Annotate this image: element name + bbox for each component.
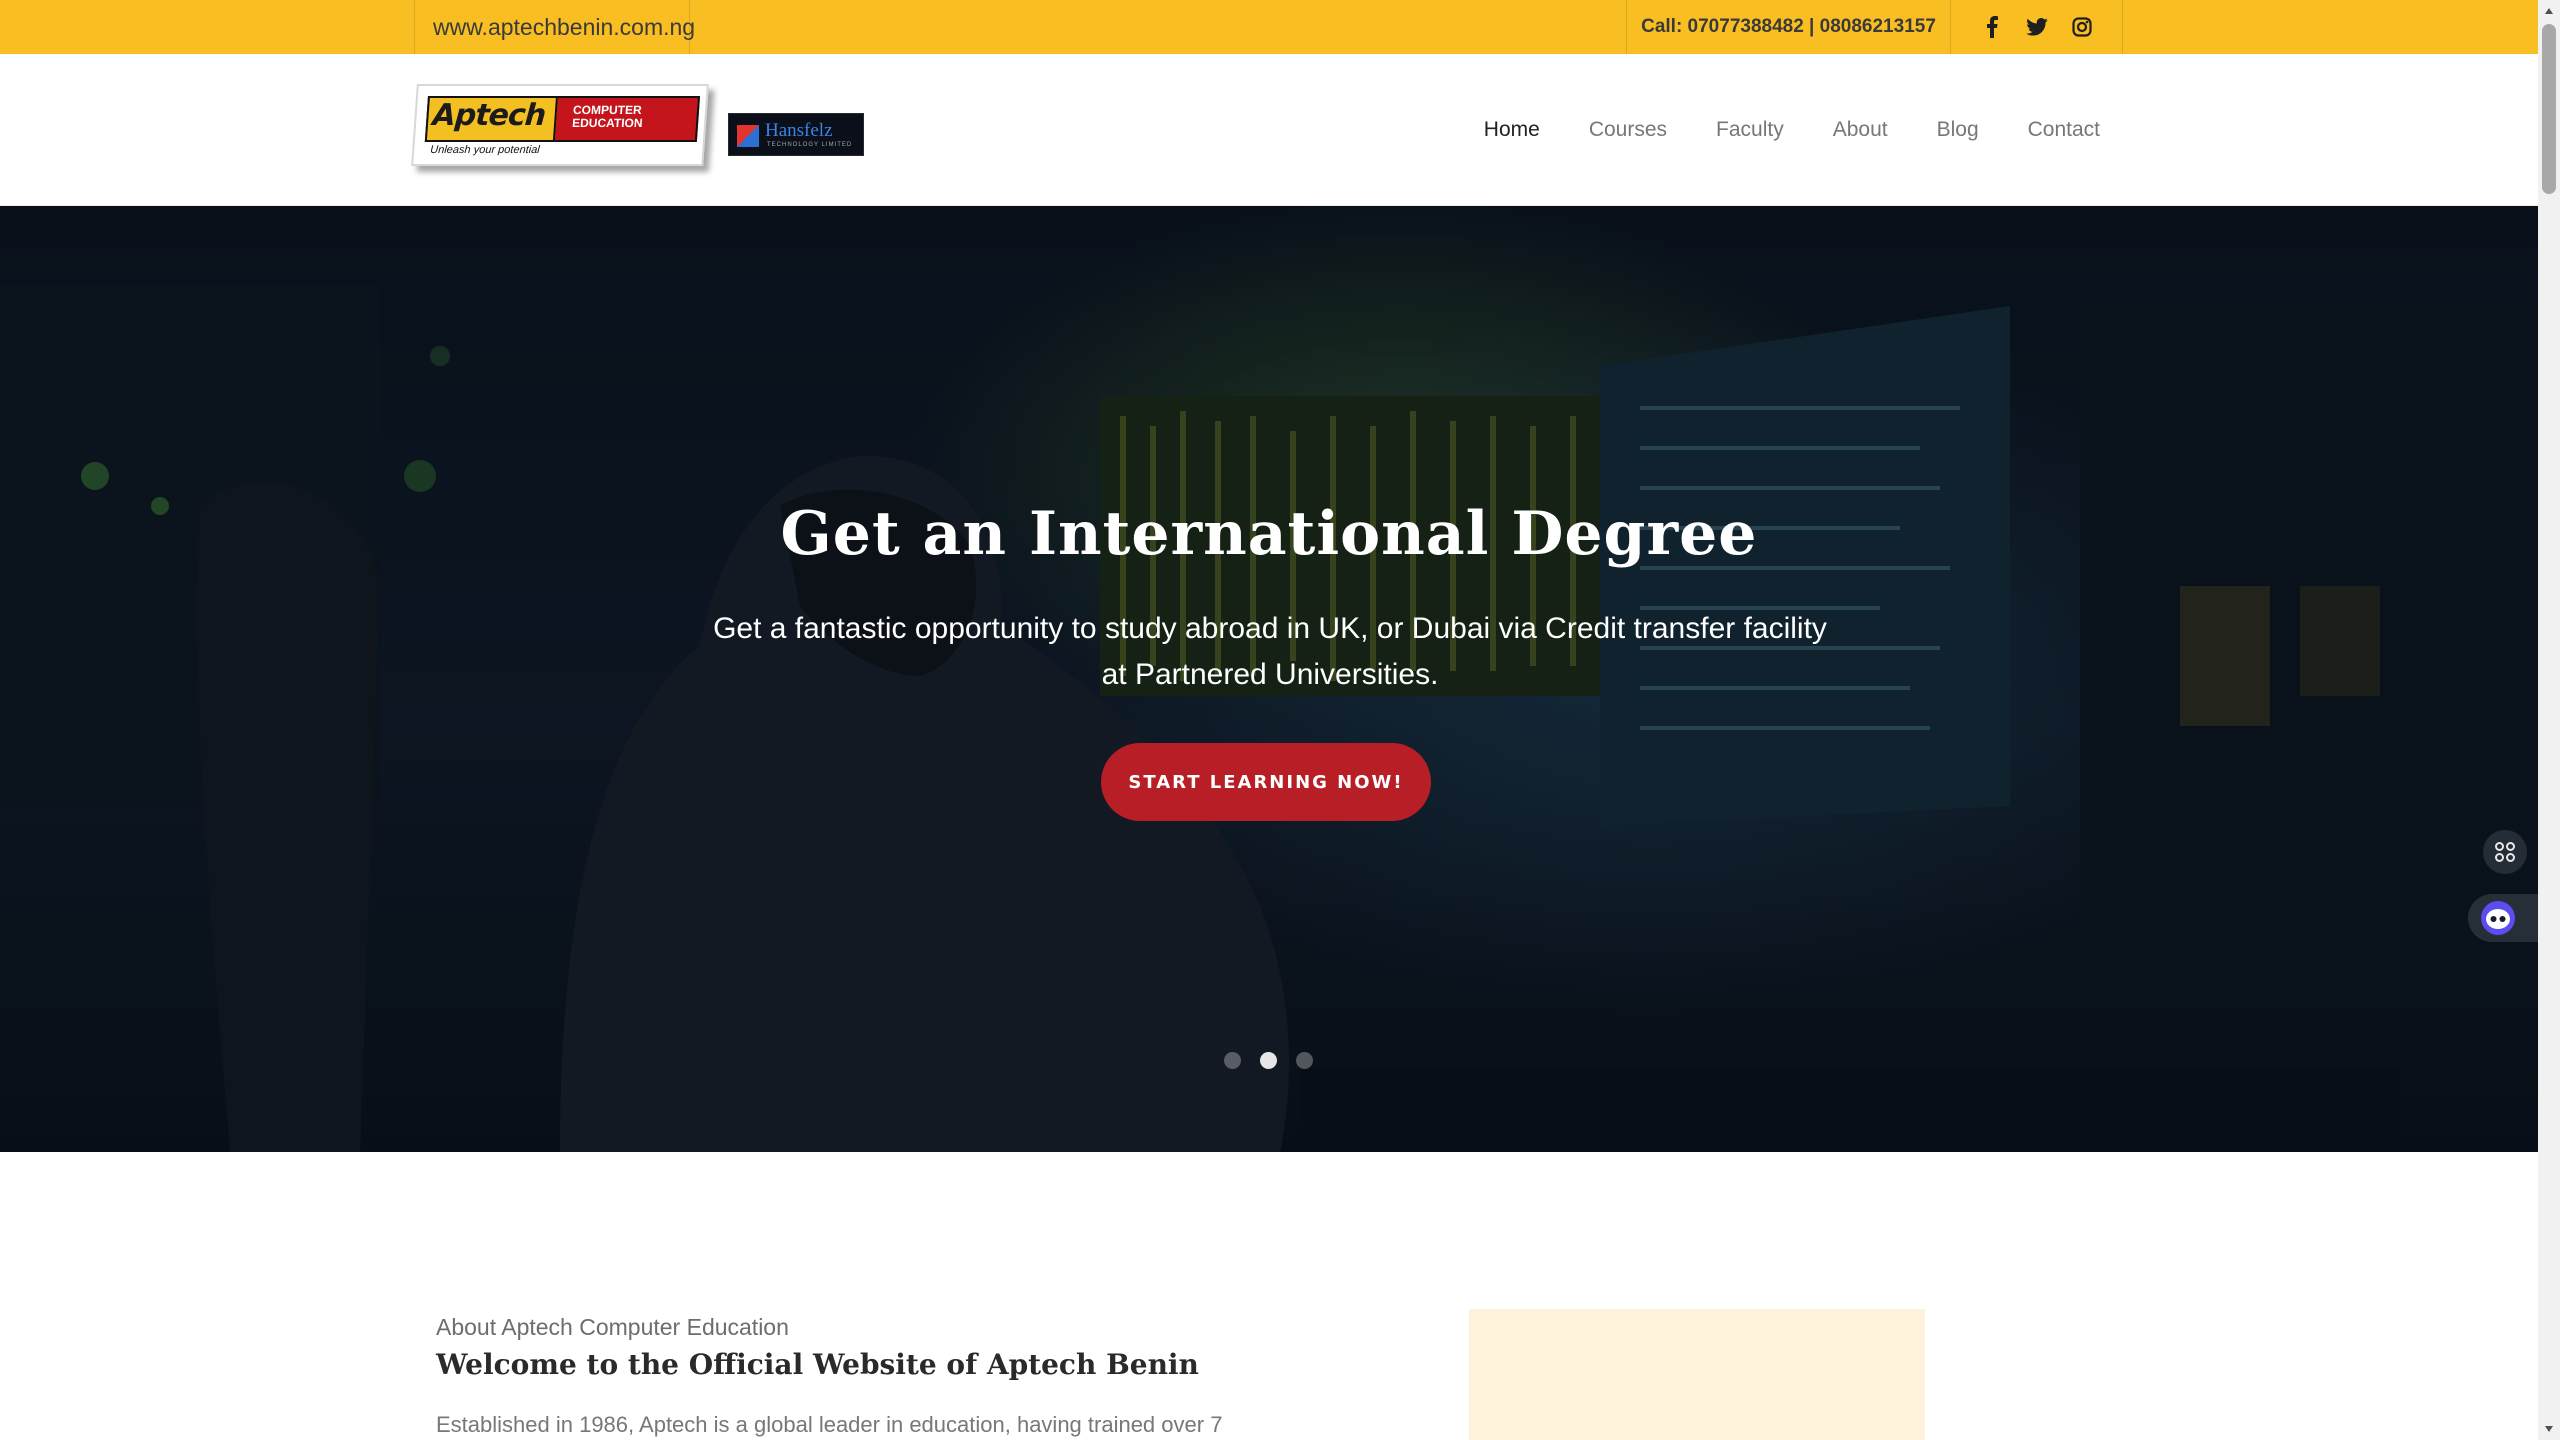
twitter-icon[interactable] (2021, 11, 2053, 43)
logo-wordmark: Aptech (431, 98, 547, 133)
hansfelz-wordmark: Hansfelz (765, 120, 833, 141)
nav-contact[interactable]: Contact (2028, 118, 2100, 142)
nav-about[interactable]: About (1833, 118, 1888, 142)
hero-title: Get an International Degree (780, 499, 1758, 569)
about-section: About Aptech Computer Education Welcome … (0, 1152, 2538, 1440)
scroll-down-arrow-icon[interactable] (2538, 1418, 2560, 1440)
nav-home[interactable]: Home (1484, 118, 1540, 142)
slider-dots (1224, 1052, 1313, 1069)
about-kicker: About Aptech Computer Education (436, 1314, 789, 1340)
assistant-icon[interactable] (2468, 894, 2538, 942)
hansfelz-sub: TECHNOLOGY LIMITED (767, 142, 853, 148)
nav-courses[interactable]: Courses (1589, 118, 1667, 142)
top-bar: www.aptechbenin.com.ng Call: 07077388482… (0, 0, 2538, 54)
about-image-placeholder (1469, 1309, 1925, 1440)
page-scrollbar[interactable] (2538, 0, 2560, 1440)
slide-dot-1[interactable] (1224, 1052, 1241, 1069)
hero-slider: Get an International Degree Get a fantas… (0, 206, 2538, 1152)
about-title: Welcome to the Official Website of Aptec… (436, 1348, 1199, 1381)
logo-subtitle-line2: EDUCATION (571, 116, 644, 130)
hero-subtitle: Get a fantastic opportunity to study abr… (713, 612, 1827, 691)
nav-blog[interactable]: Blog (1937, 118, 1979, 142)
scrollbar-thumb[interactable] (2542, 24, 2556, 194)
main-nav: Home Courses Faculty About Blog Contact (1435, 54, 2100, 206)
facebook-icon[interactable] (1976, 11, 2008, 43)
aptech-logo[interactable]: Aptech COMPUTER EDUCATION Unleash your p… (411, 84, 709, 166)
logo-subtitle: COMPUTER EDUCATION (571, 103, 644, 130)
instagram-icon[interactable] (2066, 11, 2098, 43)
logo-subtitle-line1: COMPUTER (572, 103, 643, 117)
site-header: Aptech COMPUTER EDUCATION Unleash your p… (0, 54, 2538, 206)
logo-tagline: Unleash your potential (429, 144, 541, 156)
apps-grid-icon[interactable] (2483, 830, 2527, 874)
hansfelz-mark-icon (737, 125, 759, 147)
slide-dot-3[interactable] (1296, 1052, 1313, 1069)
site-url[interactable]: www.aptechbenin.com.ng (414, 0, 695, 54)
social-links (1951, 0, 2123, 54)
scroll-up-arrow-icon[interactable] (2538, 0, 2560, 22)
hansfelz-logo[interactable]: Hansfelz TECHNOLOGY LIMITED (728, 113, 864, 156)
nav-faculty[interactable]: Faculty (1716, 118, 1784, 142)
call-numbers[interactable]: Call: 07077388482 | 08086213157 (1626, 0, 1951, 54)
slide-dot-2[interactable] (1260, 1052, 1277, 1069)
about-text: Established in 1986, Aptech is a global … (436, 1412, 1223, 1437)
start-learning-button[interactable]: START LEARNING NOW! (1101, 743, 1431, 821)
